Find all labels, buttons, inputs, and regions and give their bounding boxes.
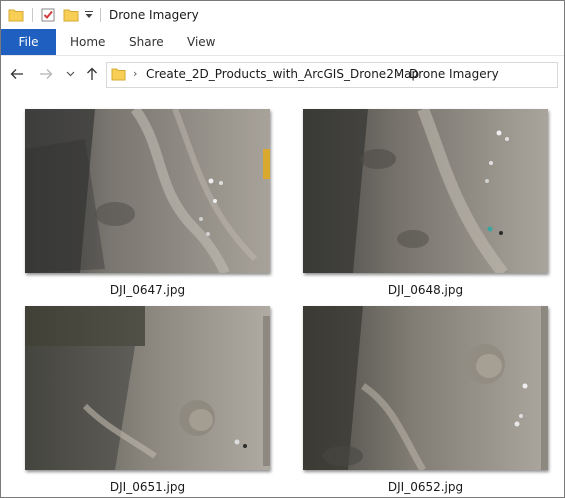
breadcrumb-parent[interactable]: Create_2D_Products_with_ArcGIS_Drone2Map <box>146 67 419 81</box>
address-bar[interactable]: › Create_2D_Products_with_ArcGIS_Drone2M… <box>106 62 558 88</box>
title-separator <box>100 8 101 22</box>
file-name: DJI_0651.jpg <box>109 480 186 494</box>
image-thumbnail <box>25 109 270 273</box>
chevron-right-icon[interactable]: › <box>133 67 137 80</box>
file-name: DJI_0648.jpg <box>387 283 464 297</box>
tab-home[interactable]: Home <box>70 35 105 49</box>
file-list-pane: DJI_0647.jpg DJI_0648.jpg DJI_0651.jpg D… <box>1 93 564 497</box>
image-thumbnail <box>303 109 548 273</box>
ribbon-tabs: File Home Share View <box>1 29 564 56</box>
tab-file[interactable]: File <box>1 29 56 55</box>
tab-view[interactable]: View <box>187 35 215 49</box>
navigation-bar: › Create_2D_Products_with_ArcGIS_Drone2M… <box>1 56 564 92</box>
file-explorer-window: Drone Imagery File Home Share View › Cre… <box>0 0 565 498</box>
folder-icon[interactable] <box>7 6 25 24</box>
back-arrow-icon[interactable] <box>9 65 25 83</box>
forward-arrow-icon[interactable] <box>38 65 54 83</box>
title-bar: Drone Imagery <box>1 1 564 29</box>
breadcrumb-current[interactable]: Drone Imagery <box>409 67 499 81</box>
recent-locations-chevron-icon[interactable] <box>64 65 76 83</box>
image-thumbnail <box>25 306 270 470</box>
tab-share[interactable]: Share <box>129 35 164 49</box>
up-arrow-icon[interactable] <box>84 65 100 83</box>
image-thumbnail <box>303 306 548 470</box>
tab-file-label: File <box>18 35 39 49</box>
title-separator <box>32 8 33 22</box>
properties-checkmark-icon[interactable] <box>39 6 57 24</box>
folder-icon <box>111 67 126 81</box>
new-folder-icon[interactable] <box>62 6 80 24</box>
file-name: DJI_0647.jpg <box>109 283 186 297</box>
window-title: Drone Imagery <box>109 8 199 22</box>
file-name: DJI_0652.jpg <box>387 480 464 494</box>
chevron-right-icon[interactable]: › <box>396 67 400 80</box>
customize-dropdown-icon[interactable] <box>83 6 95 24</box>
